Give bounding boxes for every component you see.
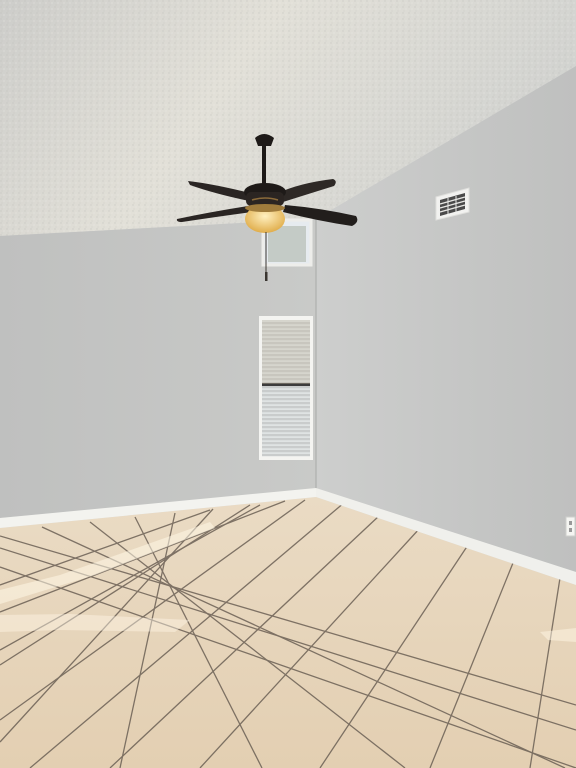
blind-slat <box>262 414 310 417</box>
blind-slat <box>262 446 310 449</box>
blind-slat <box>262 394 310 397</box>
blind-slat <box>262 422 310 425</box>
blind-slat <box>262 406 310 409</box>
blind-slat <box>262 398 310 401</box>
blind-slat <box>262 386 310 389</box>
blind-slat <box>262 418 310 421</box>
blind-slat <box>262 454 310 457</box>
blind-slat <box>262 430 310 433</box>
blind-slat <box>262 426 310 429</box>
blind-slat <box>262 442 310 445</box>
blind-slat <box>262 390 310 393</box>
empty-room-photo <box>0 0 576 768</box>
blind-slat <box>262 402 310 405</box>
blind-slat <box>262 434 310 437</box>
room-scene <box>0 0 576 768</box>
blind-slat <box>262 450 310 453</box>
wall-outlet-icon <box>565 516 576 537</box>
blind-slat <box>262 438 310 441</box>
blind-slat <box>262 410 310 413</box>
blind-shade <box>262 320 310 384</box>
